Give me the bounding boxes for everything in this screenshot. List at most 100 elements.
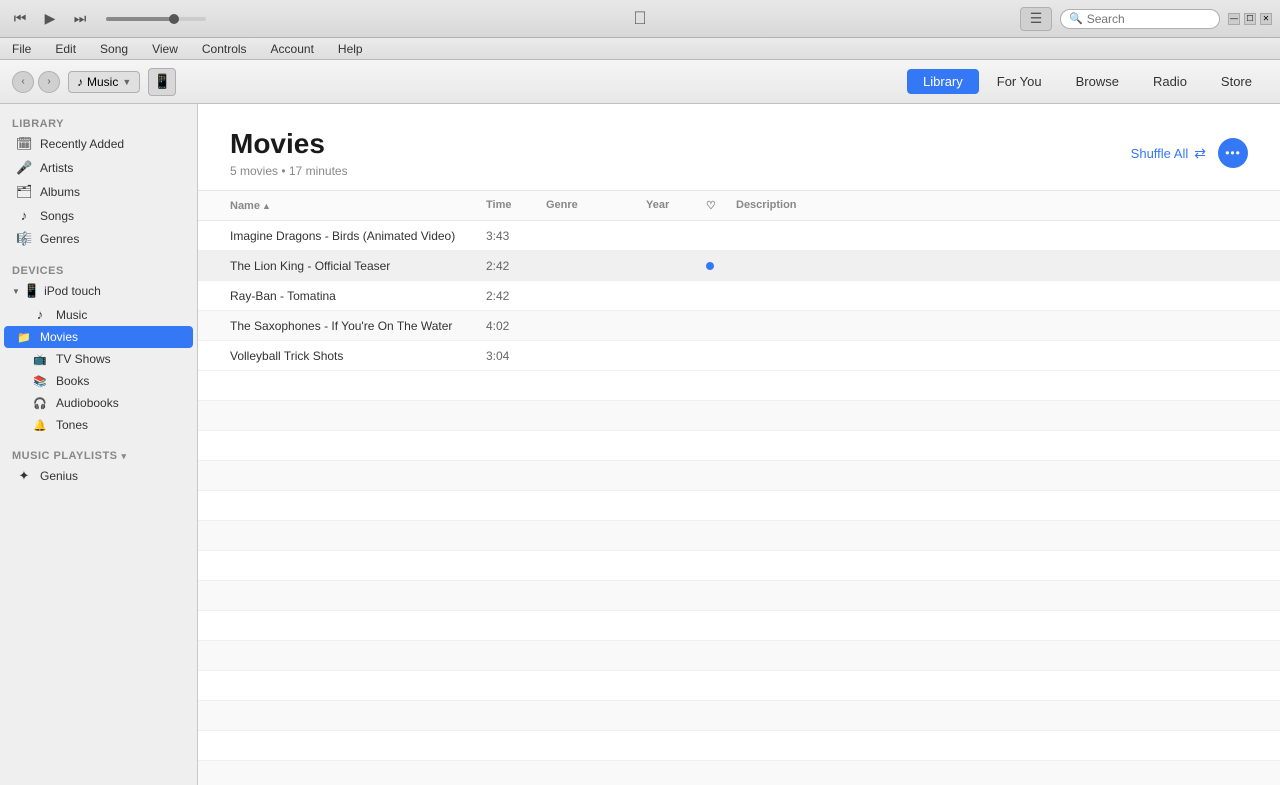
device-button[interactable]: 📱 <box>148 68 176 96</box>
sidebar-item-audiobooks[interactable]: 🎧 Audiobooks <box>0 392 197 414</box>
empty-row <box>198 371 1280 401</box>
fastforward-button[interactable]: ⏭ <box>68 7 92 31</box>
back-button[interactable]: ‹ <box>12 71 34 93</box>
menu-view[interactable]: View <box>148 40 182 58</box>
table-row[interactable]: The Saxophones - If You're On The Water … <box>198 311 1280 341</box>
content-area: Movies 5 movies • 17 minutes Shuffle All… <box>198 104 1280 785</box>
shuffle-all-button[interactable]: Shuffle All ⇄ <box>1131 145 1206 162</box>
nav-bar: ‹ › ♪ Music ▼ 📱 Library For You Browse R… <box>0 60 1280 104</box>
device-icon: 📱 <box>24 283 40 299</box>
list-view-button[interactable]: ☰ <box>1020 7 1052 31</box>
sidebar-item-ipod-touch[interactable]: ▼ 📱 iPod touch <box>0 279 197 303</box>
menu-bar: File Edit Song View Controls Account Hel… <box>0 38 1280 60</box>
sidebar-item-songs[interactable]: ♪ Songs <box>0 204 197 227</box>
tab-store[interactable]: Store <box>1205 69 1268 94</box>
empty-row <box>198 461 1280 491</box>
source-label: Music <box>87 75 118 89</box>
more-button[interactable]: ••• <box>1218 138 1248 168</box>
artists-label: Artists <box>40 161 73 175</box>
empty-row <box>198 581 1280 611</box>
sidebar-item-tones[interactable]: 🔔 Tones <box>0 414 197 436</box>
nav-tabs: Library For You Browse Radio Store <box>907 69 1268 94</box>
progress-knob[interactable] <box>169 14 179 24</box>
content-title-block: Movies 5 movies • 17 minutes <box>230 128 348 178</box>
play-button[interactable]: ▶ <box>38 7 62 31</box>
audiobooks-icon: 🎧 <box>32 397 48 410</box>
cell-time: 3:04 <box>486 349 546 363</box>
sidebar-item-artists[interactable]: 🎤 Artists <box>0 156 197 180</box>
device-name-label: iPod touch <box>44 284 101 298</box>
audiobooks-label: Audiobooks <box>56 396 119 410</box>
col-header-name[interactable]: Name ▲ <box>230 195 486 216</box>
genius-label: Genius <box>40 469 78 483</box>
genius-icon: ✦ <box>16 468 32 484</box>
menu-edit[interactable]: Edit <box>51 40 80 58</box>
empty-row <box>198 491 1280 521</box>
forward-button[interactable]: › <box>38 71 60 93</box>
sidebar: Library 🗓 Recently Added 🎤 Artists 🗂 Alb… <box>0 104 198 785</box>
tab-library[interactable]: Library <box>907 69 979 94</box>
sidebar-item-genres[interactable]: 🎼 Genres <box>0 227 197 251</box>
table-row[interactable]: Imagine Dragons - Birds (Animated Video)… <box>198 221 1280 251</box>
menu-account[interactable]: Account <box>267 40 318 58</box>
col-header-genre: Genre <box>546 195 646 216</box>
empty-row <box>198 701 1280 731</box>
restore-button[interactable]: ☐ <box>1244 13 1256 25</box>
table-row[interactable]: Ray-Ban - Tomatina 2:42 <box>198 281 1280 311</box>
tab-browse[interactable]: Browse <box>1060 69 1135 94</box>
progress-bar[interactable] <box>106 17 206 21</box>
menu-file[interactable]: File <box>8 40 35 58</box>
sidebar-item-movies[interactable]: 📁 Movies <box>4 326 193 348</box>
empty-row <box>198 401 1280 431</box>
apple-logo:  <box>633 8 647 29</box>
genres-icon: 🎼 <box>16 231 32 247</box>
title-bar: ⏮ ▶ ⏭  ☰ 🔍 — ☐ ✕ <box>0 0 1280 38</box>
close-button[interactable]: ✕ <box>1260 13 1272 25</box>
empty-row <box>198 731 1280 761</box>
toolbar-right: ☰ 🔍 — ☐ ✕ <box>1020 7 1272 31</box>
cell-name: The Saxophones - If You're On The Water <box>230 319 486 333</box>
table-row[interactable]: Volleyball Trick Shots 3:04 <box>198 341 1280 371</box>
col-header-year: Year <box>646 195 706 216</box>
empty-row <box>198 641 1280 671</box>
chevron-down-icon: ▼ <box>122 77 131 87</box>
cell-time: 2:42 <box>486 259 546 273</box>
transport-controls: ⏮ ▶ ⏭ <box>8 7 206 31</box>
main-layout: Library 🗓 Recently Added 🎤 Artists 🗂 Alb… <box>0 104 1280 785</box>
music-label: Music <box>56 308 87 322</box>
sidebar-item-genius[interactable]: ✦ Genius <box>0 464 197 488</box>
progress-fill <box>106 17 171 21</box>
cell-name: Volleyball Trick Shots <box>230 349 486 363</box>
minimize-button[interactable]: — <box>1228 13 1240 25</box>
menu-song[interactable]: Song <box>96 40 132 58</box>
movies-icon: 📁 <box>16 331 32 344</box>
sidebar-item-books[interactable]: 📚 Books <box>0 370 197 392</box>
books-icon: 📚 <box>32 375 48 388</box>
empty-rows <box>198 371 1280 785</box>
menu-help[interactable]: Help <box>334 40 367 58</box>
sidebar-item-tv-shows[interactable]: 📺 TV Shows <box>0 348 197 370</box>
songs-label: Songs <box>40 209 74 223</box>
songs-icon: ♪ <box>16 208 32 223</box>
tab-radio[interactable]: Radio <box>1137 69 1203 94</box>
shuffle-icon: ⇄ <box>1194 145 1206 162</box>
source-selector[interactable]: ♪ Music ▼ <box>68 71 140 93</box>
window-controls: — ☐ ✕ <box>1228 13 1272 25</box>
music-icon: ♪ <box>32 307 48 322</box>
col-name-label: Name <box>230 200 260 212</box>
playlists-expand-icon[interactable]: ▾ <box>122 451 127 462</box>
col-header-description: Description <box>736 195 992 216</box>
sidebar-item-albums[interactable]: 🗂 Albums <box>0 180 197 204</box>
content-header: Movies 5 movies • 17 minutes Shuffle All… <box>198 104 1280 191</box>
tab-for-you[interactable]: For You <box>981 69 1058 94</box>
table-row[interactable]: The Lion King - Official Teaser 2:42 <box>198 251 1280 281</box>
menu-controls[interactable]: Controls <box>198 40 251 58</box>
cell-fav[interactable] <box>706 262 736 270</box>
rewind-button[interactable]: ⏮ <box>8 7 32 31</box>
search-input[interactable] <box>1087 12 1211 26</box>
sidebar-item-recently-added[interactable]: 🗓 Recently Added <box>0 132 197 156</box>
cell-time: 2:42 <box>486 289 546 303</box>
search-box[interactable]: 🔍 <box>1060 9 1220 29</box>
genres-label: Genres <box>40 232 79 246</box>
sidebar-item-music[interactable]: ♪ Music <box>0 303 197 326</box>
